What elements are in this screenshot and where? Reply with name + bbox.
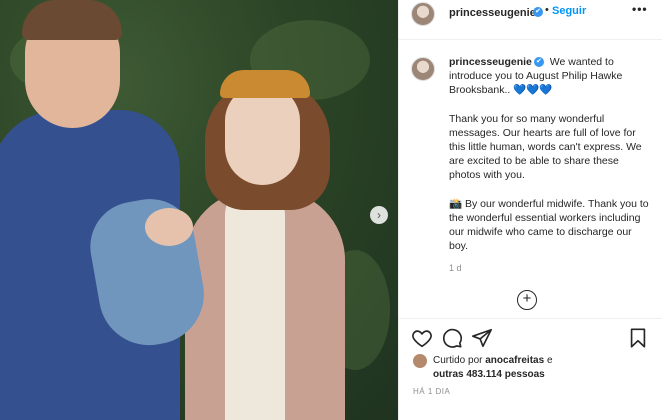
post-sidebar: princesseugenie ✔ • Seguir ••• princesse… [398,0,662,420]
carousel-next-icon[interactable]: › [370,206,388,224]
caption-paragraph-3: By our wonderful midwife. Thank you to t… [449,197,649,253]
verified-badge-icon: ✔ [533,57,544,68]
bookmark-icon[interactable] [627,327,649,349]
caption-avatar[interactable] [411,57,435,81]
liker-username[interactable]: anocafreitas [485,355,544,366]
header-username[interactable]: princesseugenie [449,7,536,19]
blue-hearts-emoji: 💙💙💙 [513,84,553,97]
baby-face [145,208,193,246]
caption-username[interactable]: princesseugenie [449,56,532,68]
likes-prefix: Curtido por [433,355,483,366]
header-dot-separator: • [545,4,549,16]
post-actions: Curtido por anocafreitas e outras 483.11… [399,318,662,420]
add-comment-icon[interactable]: + [517,290,537,310]
comment-icon[interactable] [441,327,463,349]
heart-icon[interactable] [411,327,433,349]
caption-paragraph-2: Thank you for so many wonderful messages… [449,112,642,182]
caption-timestamp: 1 d [449,263,462,273]
more-options-icon[interactable]: ••• [632,2,648,16]
caption-text: princesseugenie ✔ We wanted to introduce … [449,55,651,267]
man-hair [22,0,122,40]
follow-button[interactable]: Seguir [552,5,586,17]
camera-emoji-icon: 📸 [449,197,463,210]
post-photo[interactable]: › [0,0,398,420]
liker-avatar[interactable] [413,354,427,368]
woman-face [225,85,300,185]
likes-conj: e [546,355,553,366]
profile-avatar[interactable] [411,2,435,26]
share-icon[interactable] [471,327,493,349]
headband [220,70,310,98]
woman-sweater [225,185,285,420]
post-header: princesseugenie ✔ • Seguir ••• [399,0,662,40]
likes-count[interactable]: outras 483.114 pessoas [433,369,545,380]
post-timestamp[interactable]: HÁ 1 DIA [413,387,450,396]
verified-badge-icon: ✔ [533,7,543,17]
